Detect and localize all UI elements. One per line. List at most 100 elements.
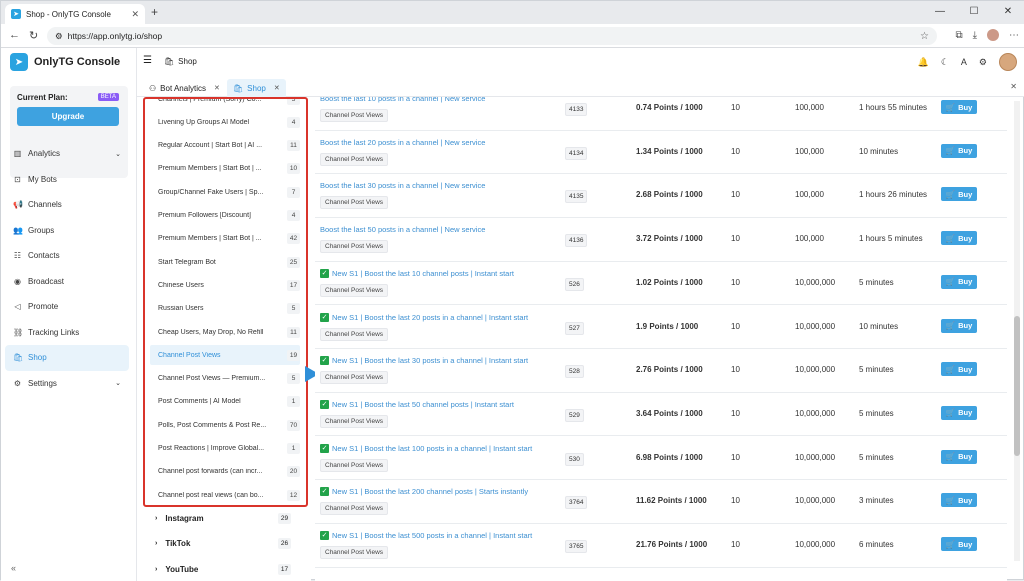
- buy-button[interactable]: 🛒 Buy: [941, 274, 977, 289]
- service-category-tag: Channel Post Views: [320, 240, 389, 254]
- service-name-link[interactable]: Boost the last 20 posts in a channel | N…: [320, 138, 560, 147]
- maximize-icon[interactable]: ☐: [957, 1, 991, 24]
- download-icon[interactable]: ⤓: [973, 30, 977, 41]
- category-label: Livening Up Groups AI Model: [158, 118, 250, 126]
- category-item[interactable]: Channel post real views (can bo... 12: [150, 485, 300, 505]
- category-item[interactable]: Premium Followers [Discount] 4: [150, 206, 300, 226]
- bell-icon[interactable]: 🔔: [918, 57, 929, 68]
- sidebar-item-contacts[interactable]: ☷ Contacts: [5, 243, 129, 269]
- category-item[interactable]: Post Comments | AI Model 1: [150, 392, 300, 412]
- url-field[interactable]: ⚙ https://app.onlytg.io/shop ☆: [47, 27, 937, 45]
- group-instagram[interactable]: › Instagram 29: [155, 510, 291, 526]
- category-item[interactable]: Group/Channel Fake Users | Sp... 7: [150, 182, 300, 202]
- sidebar-item-groups[interactable]: 👥 Groups: [5, 218, 129, 244]
- service-name-link[interactable]: ✓ New S1 | Boost the last 30 posts in a c…: [320, 356, 560, 366]
- sidebar-item-promote[interactable]: ◁ Promote: [5, 294, 129, 320]
- close-all-tabs-icon[interactable]: ✕: [1010, 82, 1017, 91]
- service-name-link[interactable]: ✓ New S1 | Boost the last 500 posts in a …: [320, 531, 560, 540]
- check-icon: ✓: [320, 399, 329, 409]
- moon-icon[interactable]: ☾: [941, 57, 949, 68]
- service-name-link[interactable]: Boost the last 10 posts in a channel | N…: [320, 97, 560, 103]
- service-name-link[interactable]: ✓ New S1 | Boost the last 50 channel post…: [320, 399, 560, 409]
- category-item[interactable]: Channel Post Views — Premium... 5: [150, 369, 300, 389]
- sidebar-item-shop[interactable]: 🛍 Shop: [5, 345, 129, 371]
- window-controls: — ☐ ✕: [923, 1, 1024, 24]
- scrollbar-thumb[interactable]: [1014, 316, 1020, 456]
- service-category-tag: Channel Post Views: [320, 283, 389, 297]
- browser-menu-icon[interactable]: ⋯: [1009, 30, 1019, 41]
- buy-button[interactable]: 🛒 Buy: [941, 449, 977, 464]
- buy-button[interactable]: 🛒 Buy: [941, 318, 977, 333]
- service-name-link[interactable]: ✓ New S1 | Boost the last 200 channel pos…: [320, 487, 560, 497]
- buy-button[interactable]: 🛒 Buy: [941, 537, 977, 551]
- close-tab-icon[interactable]: ✕: [274, 84, 280, 92]
- buy-button[interactable]: 🛒 Buy: [941, 493, 977, 508]
- tab-shop[interactable]: 🛍 Shop ✕: [227, 79, 286, 97]
- user-avatar[interactable]: [999, 53, 1017, 71]
- shop-icon: 🛍: [233, 83, 244, 93]
- back-icon[interactable]: ←: [9, 29, 20, 41]
- sidebar-item-tracking-links[interactable]: ⛓ Tracking Links: [5, 320, 129, 346]
- service-name-link[interactable]: Boost the last 30 posts in a channel | N…: [320, 181, 560, 190]
- category-item[interactable]: Premium Members | Start Bot | ... 10: [150, 159, 300, 179]
- category-label: Regular Account | Start Bot | AI ...: [158, 142, 263, 150]
- category-item[interactable]: Regular Account | Start Bot | AI ... 11: [150, 136, 300, 156]
- service-name-link[interactable]: Boost the last 50 posts in a channel | N…: [320, 225, 560, 234]
- hamburger-icon[interactable]: ☰: [143, 55, 152, 66]
- group-youtube[interactable]: › YouTube 17: [155, 561, 291, 577]
- category-item[interactable]: Post Reactions | Improve Global... 1: [150, 439, 300, 459]
- upgrade-button[interactable]: Upgrade: [17, 107, 119, 126]
- translate-icon[interactable]: A: [961, 57, 967, 67]
- star-icon[interactable]: ☆: [920, 31, 929, 42]
- chevron-down-icon[interactable]: ⌄: [115, 379, 121, 387]
- collapse-sidebar-icon[interactable]: «: [11, 563, 16, 573]
- category-item[interactable]: Start Telegram Bot 25: [150, 252, 300, 272]
- sidebar-item-broadcast[interactable]: ◉ Broadcast: [5, 269, 129, 295]
- sidebar-item-label: Promote: [28, 302, 59, 312]
- service-name-link[interactable]: ✓ New S1 | Boost the last 100 posts in a …: [320, 443, 560, 453]
- category-item[interactable]: Channels | Premium (Sorry) Co... 5: [150, 99, 300, 109]
- service-name-link[interactable]: ✓ New S1 | Boost the last 20 posts in a c…: [320, 312, 560, 322]
- profile-avatar[interactable]: [987, 29, 999, 41]
- sidebar-item-channels[interactable]: 📢 Channels: [5, 192, 129, 218]
- close-window-icon[interactable]: ✕: [991, 1, 1024, 24]
- new-tab-icon[interactable]: +: [151, 5, 158, 19]
- app-logo[interactable]: ➤ OnlyTG Console: [10, 53, 120, 71]
- reload-icon[interactable]: ↻: [29, 29, 38, 42]
- service-max: 10,000,000: [795, 540, 836, 549]
- category-item[interactable]: Premium Members | Start Bot | ... 42: [150, 229, 300, 249]
- tab-bot-analytics[interactable]: ⚇ Bot Analytics ✕: [143, 79, 226, 97]
- sidebar-item-settings[interactable]: ⚙ Settings ⌄: [5, 371, 129, 397]
- group-tiktok[interactable]: › TikTok 26: [155, 536, 291, 552]
- buy-button[interactable]: 🛒 Buy: [941, 187, 977, 202]
- service-name-link[interactable]: ✓ New S1 | Boost the last 10 channel post…: [320, 268, 560, 278]
- buy-button[interactable]: 🛒 Buy: [941, 143, 977, 158]
- category-item[interactable]: Polls, Post Comments & Post Re... 70: [150, 415, 300, 435]
- buy-label: Buy: [958, 277, 973, 287]
- site-info-icon[interactable]: ⚙: [55, 31, 63, 42]
- scrollbar[interactable]: [1014, 101, 1020, 561]
- buy-button[interactable]: 🛒 Buy: [941, 405, 977, 420]
- buy-button[interactable]: 🛒 Buy: [941, 100, 977, 114]
- sidebar-item-label: Analytics: [28, 149, 61, 159]
- extensions-icon[interactable]: ⧉: [955, 30, 962, 41]
- chevron-down-icon[interactable]: ⌄: [115, 150, 121, 158]
- browser-tab[interactable]: ➤ Shop - OnlyTG Console ✕: [5, 4, 145, 24]
- close-tab-icon[interactable]: ✕: [214, 84, 220, 92]
- category-count: 4: [287, 116, 300, 128]
- minimize-icon[interactable]: —: [923, 1, 957, 24]
- cart-icon: 🛒: [945, 364, 956, 374]
- category-item[interactable]: Chinese Users 17: [150, 275, 300, 295]
- close-tab-icon[interactable]: ✕: [131, 9, 139, 20]
- sidebar-item-analytics[interactable]: ▥ Analytics ⌄: [5, 141, 129, 167]
- category-label: Polls, Post Comments & Post Re...: [158, 421, 267, 429]
- category-item[interactable]: Channel Post Views 19: [150, 345, 300, 366]
- sidebar-item-my-bots[interactable]: ⊡ My Bots: [5, 167, 129, 193]
- settings-icon[interactable]: ⚙: [979, 57, 987, 68]
- category-item[interactable]: Cheap Users, May Drop, No Refill 11: [150, 322, 300, 342]
- category-item[interactable]: Channel post forwards (can incr... 20: [150, 462, 300, 482]
- buy-button[interactable]: 🛒 Buy: [941, 362, 977, 377]
- category-item[interactable]: Livening Up Groups AI Model 4: [150, 112, 300, 132]
- category-item[interactable]: Russian Users 5: [150, 299, 300, 319]
- buy-button[interactable]: 🛒 Buy: [941, 231, 977, 246]
